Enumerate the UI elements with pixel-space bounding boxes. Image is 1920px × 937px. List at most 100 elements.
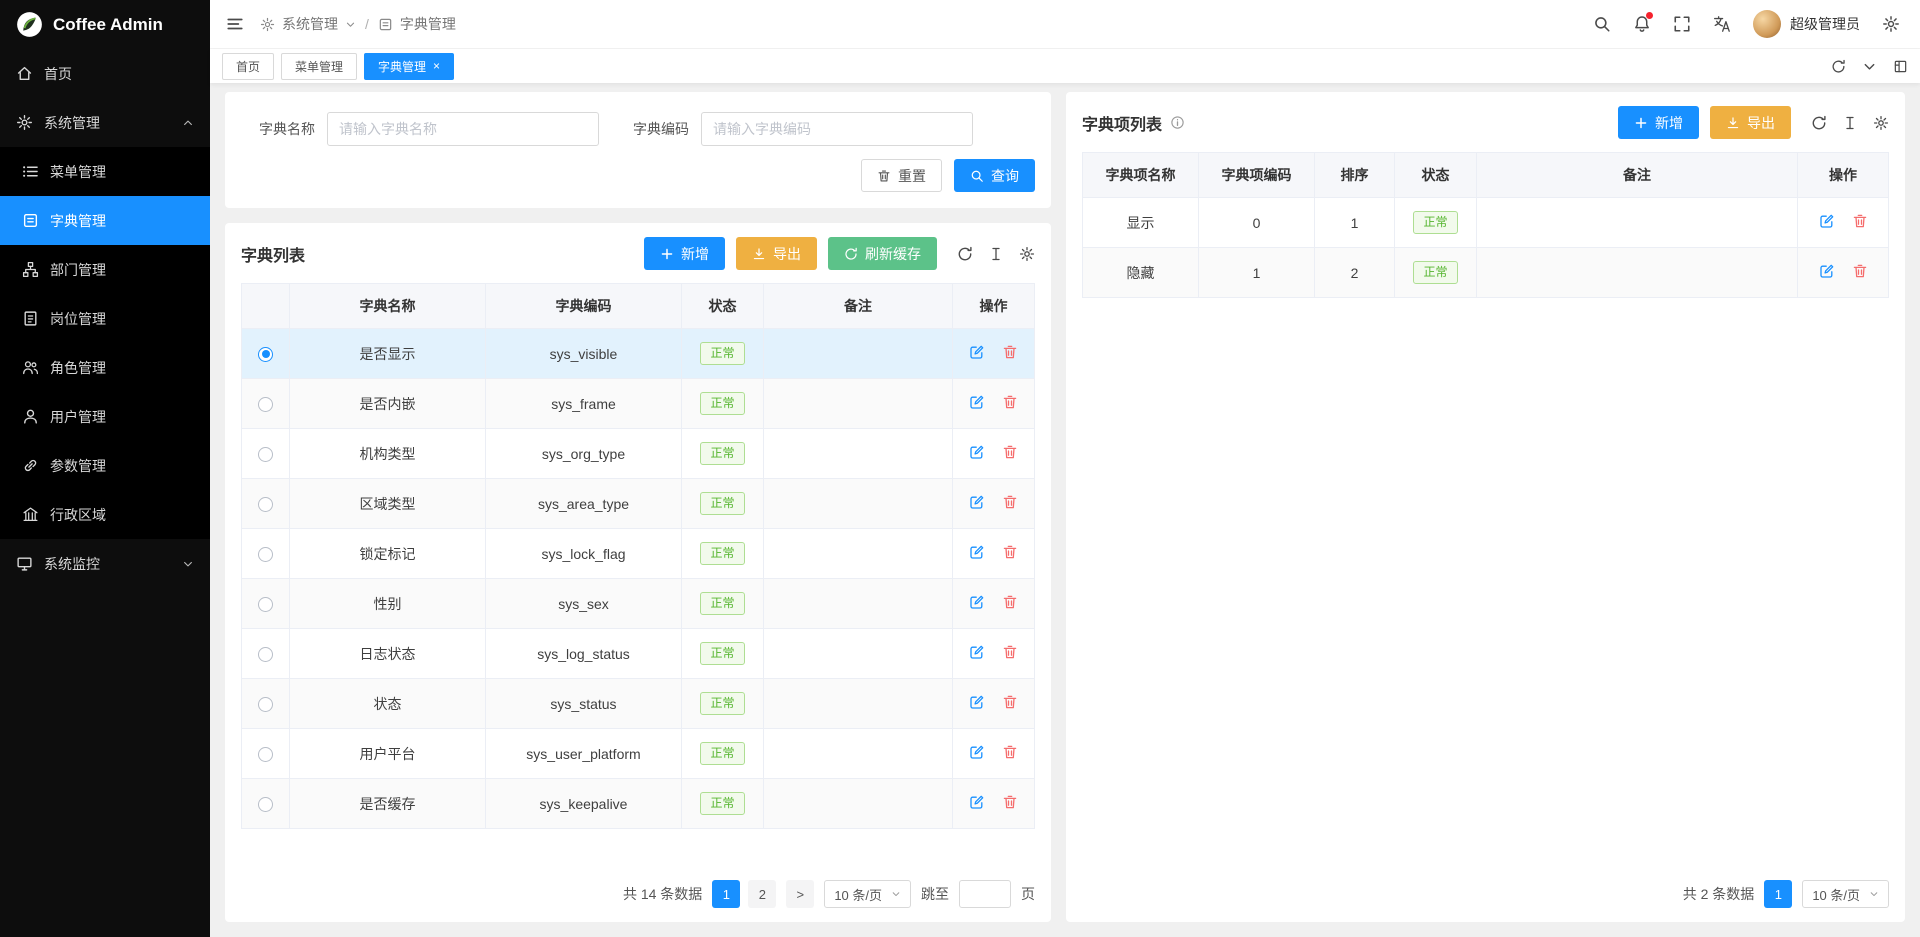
sidebar-item-dept-management[interactable]: 部门管理	[0, 245, 210, 294]
refresh-table-icon[interactable]	[1811, 115, 1827, 131]
delete-icon[interactable]	[1002, 544, 1018, 560]
row-radio[interactable]	[258, 397, 273, 412]
refresh-page-icon[interactable]	[1831, 59, 1846, 74]
app-logo[interactable]: Coffee Admin	[0, 0, 210, 49]
next-page-button[interactable]: >	[786, 880, 814, 908]
edit-icon[interactable]	[969, 694, 985, 710]
tab-dict-management[interactable]: 字典管理×	[364, 53, 454, 80]
sidebar-item-role-management[interactable]: 角色管理	[0, 343, 210, 392]
edit-icon[interactable]	[969, 394, 985, 410]
edit-icon[interactable]	[969, 794, 985, 810]
query-button[interactable]: 查询	[954, 159, 1035, 192]
dict-row[interactable]: 日志状态sys_log_status正常	[242, 629, 1035, 679]
sidebar-item-post-management[interactable]: 岗位管理	[0, 294, 210, 343]
tab-options-chevron-icon[interactable]	[1862, 59, 1877, 74]
dict-row[interactable]: 用户平台sys_user_platform正常	[242, 729, 1035, 779]
layout-icon[interactable]	[1893, 59, 1908, 74]
row-radio[interactable]	[258, 347, 273, 362]
page-size-select[interactable]: 10 条/页	[1802, 880, 1889, 908]
delete-icon[interactable]	[1002, 644, 1018, 660]
edit-icon[interactable]	[1819, 263, 1835, 279]
row-radio[interactable]	[258, 597, 273, 612]
dict-list-card: 字典列表 新增 导出 刷新	[225, 223, 1051, 922]
row-radio[interactable]	[258, 447, 273, 462]
delete-icon[interactable]	[1002, 694, 1018, 710]
sidebar-item-admin-region[interactable]: 行政区域	[0, 490, 210, 539]
edit-icon[interactable]	[969, 744, 985, 760]
sidebar-item-label: 系统管理	[44, 113, 100, 133]
row-radio[interactable]	[258, 697, 273, 712]
table-settings-icon[interactable]	[1873, 115, 1889, 131]
edit-icon[interactable]	[969, 544, 985, 560]
jump-page-input[interactable]	[959, 880, 1011, 908]
dict-item-row[interactable]: 隐藏12正常	[1083, 248, 1889, 298]
sidebar-item-menu-management[interactable]: 菜单管理	[0, 147, 210, 196]
row-radio[interactable]	[258, 497, 273, 512]
delete-icon[interactable]	[1002, 494, 1018, 510]
sidebar-item-home[interactable]: 首页	[0, 49, 210, 98]
user-menu[interactable]: 超级管理员	[1753, 10, 1860, 38]
delete-icon[interactable]	[1002, 344, 1018, 360]
table-settings-icon[interactable]	[1019, 246, 1035, 262]
sidebar-item-dict-management[interactable]: 字典管理	[0, 196, 210, 245]
reset-button[interactable]: 重置	[861, 159, 942, 192]
breadcrumb-group[interactable]: 系统管理	[282, 14, 338, 34]
dict-row[interactable]: 是否缓存sys_keepalive正常	[242, 779, 1035, 829]
dict-row[interactable]: 状态sys_status正常	[242, 679, 1035, 729]
fullscreen-icon[interactable]	[1673, 15, 1691, 33]
edit-icon[interactable]	[969, 444, 985, 460]
add-dict-button[interactable]: 新增	[644, 237, 725, 270]
item-name: 显示	[1083, 198, 1199, 248]
tab-home[interactable]: 首页	[222, 53, 274, 80]
export-dict-button[interactable]: 导出	[736, 237, 817, 270]
dict-item-row[interactable]: 显示01正常	[1083, 198, 1889, 248]
page-button-1[interactable]: 1	[1764, 880, 1792, 908]
sidebar-item-system-monitor[interactable]: 系统监控	[0, 539, 210, 588]
collapse-sidebar-icon[interactable]	[226, 15, 244, 33]
tab-menu-management[interactable]: 菜单管理	[281, 53, 357, 80]
settings-icon[interactable]	[1882, 15, 1900, 33]
page-button-2[interactable]: 2	[748, 880, 776, 908]
delete-icon[interactable]	[1002, 394, 1018, 410]
delete-icon[interactable]	[1002, 794, 1018, 810]
delete-icon[interactable]	[1002, 444, 1018, 460]
dict-row[interactable]: 机构类型sys_org_type正常	[242, 429, 1035, 479]
column-settings-icon[interactable]	[988, 246, 1004, 262]
avatar	[1753, 10, 1781, 38]
export-dict-item-button[interactable]: 导出	[1710, 106, 1791, 139]
edit-icon[interactable]	[969, 594, 985, 610]
row-radio[interactable]	[258, 547, 273, 562]
language-icon[interactable]	[1713, 15, 1731, 33]
column-settings-icon[interactable]	[1842, 115, 1858, 131]
delete-icon[interactable]	[1002, 594, 1018, 610]
refresh-table-icon[interactable]	[957, 246, 973, 262]
delete-icon[interactable]	[1002, 744, 1018, 760]
delete-icon[interactable]	[1852, 263, 1868, 279]
total-count: 共 14 条数据	[623, 884, 702, 904]
close-icon[interactable]: ×	[433, 60, 440, 72]
sidebar-item-param-management[interactable]: 参数管理	[0, 441, 210, 490]
dict-name-input[interactable]	[327, 112, 599, 146]
add-dict-item-button[interactable]: 新增	[1618, 106, 1699, 139]
dict-code-input[interactable]	[701, 112, 973, 146]
edit-icon[interactable]	[969, 494, 985, 510]
delete-icon[interactable]	[1852, 213, 1868, 229]
row-radio[interactable]	[258, 797, 273, 812]
row-radio[interactable]	[258, 647, 273, 662]
dict-row[interactable]: 区域类型sys_area_type正常	[242, 479, 1035, 529]
edit-icon[interactable]	[969, 344, 985, 360]
dict-row[interactable]: 锁定标记sys_lock_flag正常	[242, 529, 1035, 579]
dict-row[interactable]: 是否显示sys_visible正常	[242, 329, 1035, 379]
refresh-cache-button[interactable]: 刷新缓存	[828, 237, 937, 270]
dict-row[interactable]: 性别sys_sex正常	[242, 579, 1035, 629]
edit-icon[interactable]	[1819, 213, 1835, 229]
edit-icon[interactable]	[969, 644, 985, 660]
dict-row[interactable]: 是否内嵌sys_frame正常	[242, 379, 1035, 429]
page-button-1[interactable]: 1	[712, 880, 740, 908]
sidebar-item-user-management[interactable]: 用户管理	[0, 392, 210, 441]
sidebar-item-system-management[interactable]: 系统管理	[0, 98, 210, 147]
search-icon[interactable]	[1593, 15, 1611, 33]
notification-bell-icon[interactable]	[1633, 15, 1651, 33]
page-size-select[interactable]: 10 条/页	[824, 880, 911, 908]
row-radio[interactable]	[258, 747, 273, 762]
